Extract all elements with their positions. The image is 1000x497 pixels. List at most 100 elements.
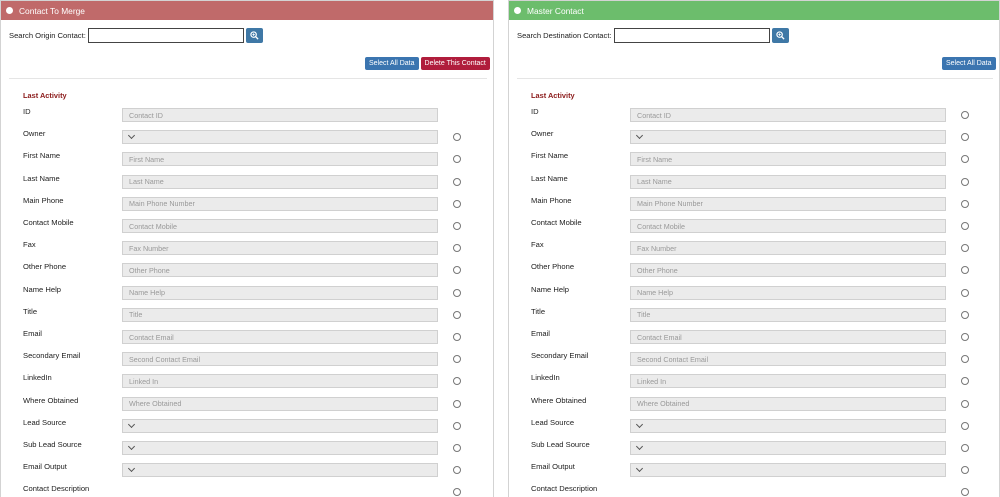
field-placeholder: Contact Email	[637, 332, 682, 342]
last-name-input[interactable]: Last Name	[122, 174, 438, 189]
sub-lead-source-select[interactable]	[630, 441, 946, 455]
radio-icon[interactable]	[961, 466, 969, 475]
field-label: Lead Source	[531, 417, 575, 427]
merge-section-title: Last Activity	[23, 91, 67, 100]
field-row-email-output: Email Output	[1, 462, 493, 479]
field-row-secondary-email: Secondary Email Second Contact Email	[1, 351, 493, 368]
email-output-select[interactable]	[630, 463, 946, 478]
radio-icon[interactable]	[453, 377, 461, 386]
field-label: Secondary Email	[531, 351, 589, 361]
contact-mobile-input[interactable]: Contact Mobile	[122, 219, 438, 233]
radio-icon[interactable]	[961, 488, 969, 497]
field-label: Where Obtained	[23, 395, 79, 405]
field-label: Where Obtained	[531, 395, 587, 405]
radio-icon[interactable]	[961, 222, 969, 230]
contact-mobile-input[interactable]: Contact Mobile	[630, 219, 946, 233]
radio-icon[interactable]	[961, 444, 969, 452]
id-input[interactable]: Contact ID	[122, 108, 438, 122]
field-row-title: Title Title	[1, 306, 493, 324]
merge-select-all-button[interactable]: Select All Data	[365, 57, 419, 70]
first-name-input[interactable]: First Name	[630, 152, 946, 167]
radio-icon[interactable]	[453, 244, 461, 253]
radio-icon[interactable]	[453, 222, 461, 230]
destination-search-button[interactable]	[771, 28, 789, 43]
radio-icon[interactable]	[453, 333, 461, 341]
destination-search-label: Search Destination Contact:	[517, 31, 612, 40]
origin-search-input[interactable]	[87, 28, 244, 43]
name-help-input[interactable]: Name Help	[630, 285, 946, 300]
radio-icon[interactable]	[453, 444, 461, 452]
radio-icon[interactable]	[453, 155, 461, 164]
fax-input[interactable]: Fax Number	[630, 241, 946, 256]
field-label: Other Phone	[531, 262, 575, 272]
field-label: Email	[23, 329, 42, 338]
where-obtained-input[interactable]: Where Obtained	[122, 396, 438, 411]
main-phone-input[interactable]: Main Phone Number	[630, 196, 946, 211]
radio-icon[interactable]	[961, 421, 969, 430]
radio-icon[interactable]	[453, 199, 461, 208]
radio-icon[interactable]	[453, 421, 461, 430]
field-row-id: ID Contact ID	[509, 107, 999, 124]
email-input[interactable]: Contact Email	[630, 330, 946, 344]
radio-icon[interactable]	[453, 310, 461, 319]
main-phone-input[interactable]: Main Phone Number	[122, 196, 438, 211]
radio-icon[interactable]	[961, 310, 969, 319]
radio-icon[interactable]	[961, 333, 969, 341]
fax-input[interactable]: Fax Number	[122, 241, 438, 256]
field-placeholder: Linked In	[129, 376, 159, 386]
origin-search-button[interactable]	[245, 28, 263, 43]
owner-select[interactable]	[122, 130, 438, 145]
first-name-input[interactable]: First Name	[122, 152, 438, 167]
radio-icon[interactable]	[453, 266, 461, 275]
id-input[interactable]: Contact ID	[630, 108, 946, 122]
where-obtained-input[interactable]: Where Obtained	[630, 396, 946, 411]
radio-icon[interactable]	[961, 177, 969, 186]
radio-icon[interactable]	[453, 466, 461, 475]
name-help-input[interactable]: Name Help	[122, 285, 438, 300]
field-label: Owner	[531, 129, 554, 139]
destination-search-input[interactable]	[613, 28, 770, 43]
radio-icon[interactable]	[961, 199, 969, 208]
field-placeholder: Second Contact Email	[129, 354, 201, 364]
owner-select[interactable]	[630, 130, 946, 145]
linkedin-input[interactable]: Linked In	[630, 374, 946, 389]
radio-icon[interactable]	[453, 355, 461, 364]
master-select-all-button[interactable]: Select All Data	[942, 57, 996, 70]
radio-icon[interactable]	[453, 488, 461, 497]
chevron-down-icon	[635, 132, 644, 140]
radio-icon[interactable]	[961, 244, 969, 253]
email-output-select[interactable]	[122, 463, 438, 478]
radio-icon[interactable]	[961, 155, 969, 164]
other-phone-input[interactable]: Other Phone	[122, 263, 438, 278]
other-phone-input[interactable]: Other Phone	[630, 263, 946, 278]
field-placeholder: Main Phone Number	[637, 199, 703, 209]
radio-icon[interactable]	[961, 111, 969, 119]
radio-icon[interactable]	[453, 288, 461, 297]
lead-source-select[interactable]	[630, 418, 946, 433]
lead-source-select[interactable]	[122, 418, 438, 433]
radio-icon[interactable]	[961, 377, 969, 386]
master-panel-header: Master Contact	[509, 1, 999, 20]
delete-contact-button[interactable]: Delete This Contact	[420, 57, 490, 70]
radio-icon[interactable]	[961, 288, 969, 297]
secondary-email-input[interactable]: Second Contact Email	[630, 352, 946, 367]
title-input[interactable]: Title	[630, 307, 946, 322]
radio-icon[interactable]	[453, 177, 461, 186]
last-name-input[interactable]: Last Name	[630, 174, 946, 189]
field-row-lead-source: Lead Source	[1, 418, 493, 435]
field-row-id: ID Contact ID	[1, 107, 493, 124]
linkedin-input[interactable]: Linked In	[122, 374, 438, 389]
email-input[interactable]: Contact Email	[122, 330, 438, 344]
secondary-email-input[interactable]: Second Contact Email	[122, 352, 438, 367]
radio-icon[interactable]	[961, 399, 969, 408]
radio-icon[interactable]	[453, 399, 461, 408]
radio-icon[interactable]	[453, 133, 461, 142]
radio-icon[interactable]	[961, 266, 969, 275]
field-row-fax: Fax Fax Number	[1, 240, 493, 257]
field-label: Title	[23, 306, 38, 316]
radio-icon[interactable]	[961, 355, 969, 364]
field-placeholder: Contact Email	[129, 332, 174, 342]
radio-icon[interactable]	[961, 133, 969, 142]
title-input[interactable]: Title	[122, 307, 438, 322]
sub-lead-source-select[interactable]	[122, 441, 438, 455]
